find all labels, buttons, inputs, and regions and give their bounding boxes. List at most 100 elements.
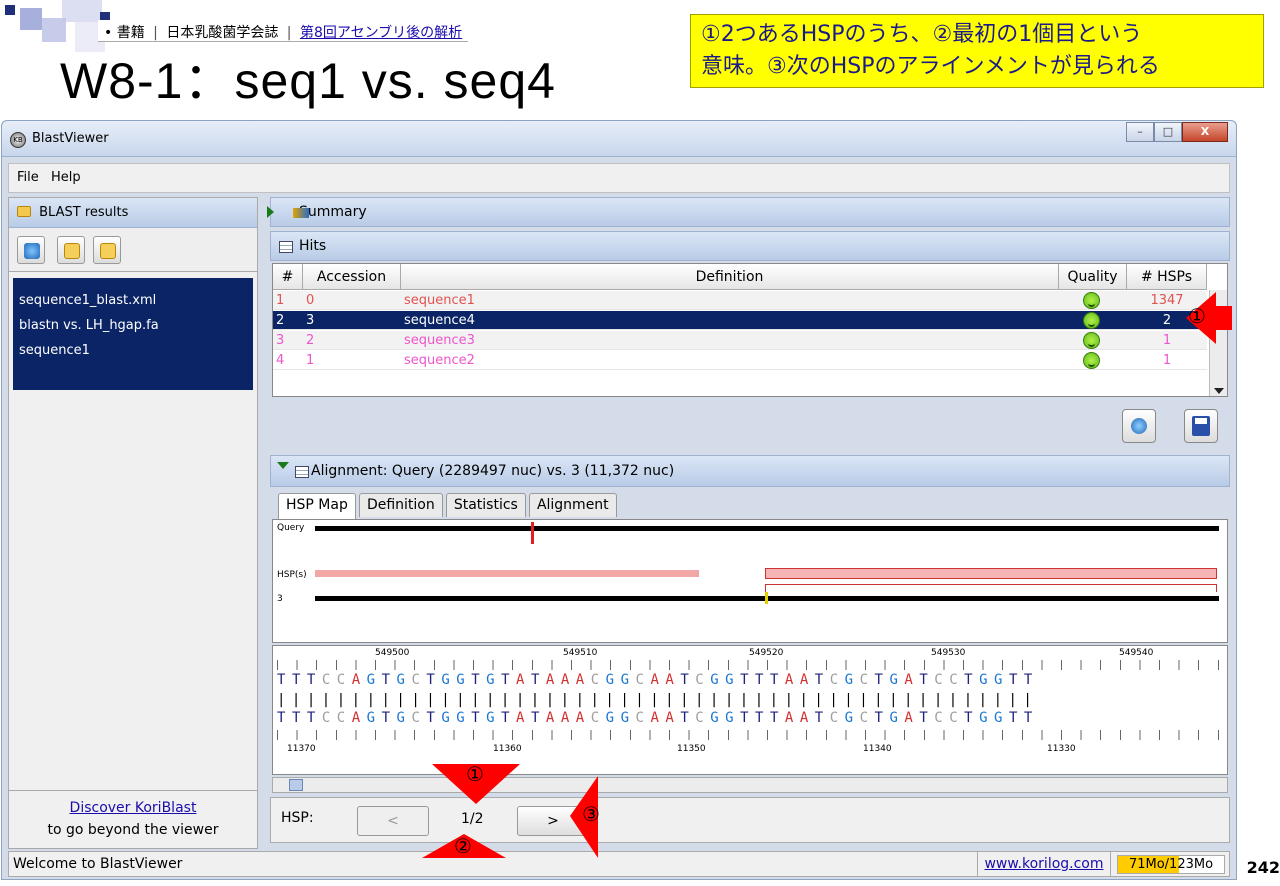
menu-bar: File Help — [8, 163, 1230, 193]
table-row[interactable]: 3 2 sequence3 1 — [273, 331, 1207, 350]
breadcrumb-item-books[interactable]: 書籍 — [117, 25, 145, 41]
maximize-button[interactable]: □ — [1154, 122, 1182, 142]
alignment-header[interactable]: Alignment: Query (2289497 nuc) vs. 3 (11… — [270, 455, 1230, 487]
menu-help[interactable]: Help — [51, 170, 81, 185]
tree-item-query[interactable]: sequence1 — [19, 338, 247, 363]
status-message: Welcome to BlastViewer — [13, 856, 183, 872]
previous-hsp-button[interactable]: < — [357, 806, 429, 836]
minimize-button[interactable]: – — [1126, 122, 1154, 142]
title-bar[interactable]: KB BlastViewer – □ X — [2, 121, 1236, 157]
column-header-quality[interactable]: Quality — [1059, 264, 1127, 290]
callout-line: ①2つあるHSPのうち、②最初の1個目という — [701, 22, 1143, 47]
cell-definition: sequence1 — [404, 293, 475, 308]
table-actions — [270, 399, 1230, 449]
folder-icon — [100, 243, 116, 259]
alignment-tabs: HSP Map Definition Statistics Alignment — [278, 493, 617, 519]
hsp-bar-1[interactable] — [315, 570, 699, 577]
column-header-definition[interactable]: Definition — [401, 264, 1059, 290]
cell-hsps: 1 — [1162, 333, 1172, 348]
folder-open-icon — [64, 243, 80, 259]
cell-accession: 3 — [306, 313, 315, 328]
tree-item-program[interactable]: blastn vs. LH_hgap.fa — [19, 313, 247, 338]
status-bar: Welcome to BlastViewer www.korilog.com 7… — [8, 851, 1230, 877]
match-line: ||||||||||||||||||||||||||||||||||||||||… — [277, 692, 1039, 708]
tab-statistics[interactable]: Statistics — [445, 493, 526, 517]
query-position: 549510 — [563, 648, 598, 658]
query-sequence: TTTCCAGTGCTGGTGTATAAACGGCAATCGGTTTAATCGC… — [277, 672, 1039, 688]
column-header-num[interactable]: # — [273, 264, 303, 290]
close-folder-button[interactable] — [93, 236, 121, 264]
hsp-counter: 1/2 — [461, 811, 484, 827]
slide-decoration — [5, 5, 15, 15]
tab-definition[interactable]: Definition — [358, 493, 443, 517]
breadcrumb-item-journal[interactable]: 日本乳酸菌学会誌 — [166, 25, 278, 41]
blast-results-header: BLAST results — [9, 198, 257, 228]
summary-label: Summary — [299, 204, 367, 220]
list-icon — [295, 466, 309, 478]
column-header-hsps[interactable]: # HSPs — [1127, 264, 1207, 290]
cell-num: 3 — [276, 333, 285, 348]
table-scrollbar[interactable] — [1209, 290, 1227, 396]
hsp-bar-2-outline — [765, 584, 1217, 592]
cell-num: 2 — [276, 313, 285, 328]
koriblast-tagline: to go beyond the viewer — [47, 822, 219, 838]
quality-smiley-icon — [1083, 292, 1100, 309]
memory-indicator[interactable]: 71Mo/123Mo — [1117, 855, 1225, 874]
close-button[interactable]: X — [1182, 122, 1228, 142]
menu-file[interactable]: File — [17, 170, 39, 185]
open-folder-button[interactable] — [57, 236, 85, 264]
hsp-map[interactable]: Query HSP(s) 3 — [272, 519, 1228, 643]
floppy-icon — [1192, 416, 1210, 436]
save-button[interactable] — [1184, 409, 1218, 443]
callout-line: 意味。③次のHSPのアラインメントが見られる — [701, 54, 1160, 79]
annotation-label-3: ③ — [582, 802, 600, 826]
cell-definition: sequence2 — [404, 353, 475, 368]
subject-position: 11340 — [863, 744, 892, 754]
summary-icon — [293, 208, 309, 218]
alignment-title: Alignment: Query (2289497 nuc) vs. 3 (11… — [311, 463, 675, 479]
summary-header[interactable]: Summary — [267, 197, 1230, 227]
breadcrumb: • 書籍 | 日本乳酸菌学会誌 | 第8回アセンブリ後の解析 — [98, 20, 469, 42]
left-toolbar — [9, 228, 257, 272]
hsp-navigator: HSP: < 1/2 > — [270, 797, 1230, 843]
tab-alignment[interactable]: Alignment — [528, 493, 617, 517]
query-track-label: Query — [277, 523, 305, 533]
hsp-track-label: HSP(s) — [277, 570, 307, 580]
main-panel: Summary Hits # Accession Definition Qual… — [267, 197, 1230, 849]
tree-item-file[interactable]: sequence1_blast.xml — [19, 288, 247, 313]
table-row[interactable]: 2 3 sequence4 2 — [273, 311, 1207, 330]
tab-hsp-map[interactable]: HSP Map — [278, 493, 356, 519]
results-tree[interactable]: sequence1_blast.xml blastn vs. LH_hgap.f… — [13, 278, 253, 390]
collapse-icon[interactable] — [277, 462, 289, 469]
table-row[interactable]: 1 0 sequence1 1347 — [273, 291, 1207, 310]
scroll-thumb[interactable] — [289, 779, 303, 791]
subject-track-label: 3 — [277, 594, 283, 604]
breadcrumb-item-assembly[interactable]: 第8回アセンブリ後の解析 — [300, 25, 462, 41]
callout-note: ①2つあるHSPのうち、②最初の1個目という 意味。③次のHSPのアラインメント… — [690, 14, 1264, 88]
hits-header: Hits — [270, 231, 1230, 261]
quality-smiley-icon — [1083, 332, 1100, 349]
hits-label: Hits — [299, 238, 327, 254]
window-title: BlastViewer — [32, 131, 109, 146]
korilog-link[interactable]: www.korilog.com — [977, 852, 1111, 876]
web-blast-button[interactable] — [17, 236, 45, 264]
hsp-bar-2[interactable] — [765, 568, 1217, 579]
subject-ruler — [277, 730, 1227, 740]
koriblast-link[interactable]: Discover KoriBlast — [9, 797, 257, 819]
quality-smiley-icon — [1083, 312, 1100, 329]
scroll-down-icon[interactable] — [1214, 388, 1224, 394]
memory-text: 71Mo/123Mo — [1128, 857, 1214, 872]
cell-accession: 2 — [306, 333, 315, 348]
blast-results-panel: BLAST results sequence1_blast.xml blastn… — [8, 197, 258, 849]
table-row[interactable]: 4 1 sequence2 1 — [273, 351, 1207, 370]
next-hsp-button[interactable]: > — [517, 806, 589, 836]
folder-icon — [17, 206, 31, 217]
sequence-scrollbar[interactable] — [272, 777, 1228, 793]
expand-icon[interactable] — [267, 206, 274, 218]
column-header-accession[interactable]: Accession — [303, 264, 401, 290]
web-view-button[interactable] — [1122, 409, 1156, 443]
cell-num: 1 — [276, 293, 285, 308]
sequence-view[interactable]: 549500 549510 549520 549530 549540 TTTCC… — [272, 645, 1228, 775]
page-number: 242 — [1246, 858, 1280, 877]
subject-hsp-marker — [765, 592, 768, 604]
